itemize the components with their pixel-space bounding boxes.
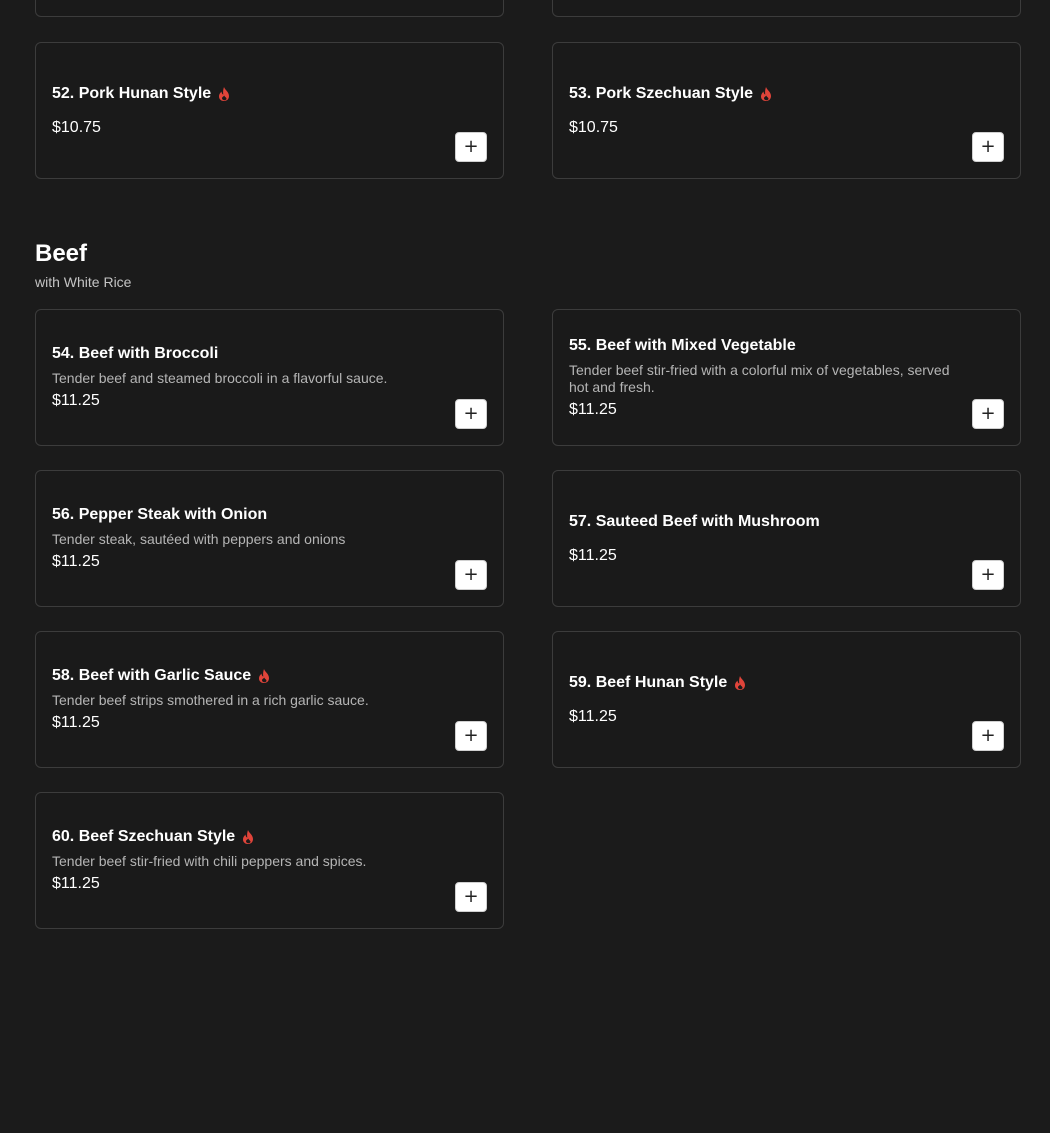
- item-name: 60. Beef Szechuan Style: [52, 828, 236, 845]
- item-name: 56. Pepper Steak with Onion: [52, 506, 268, 523]
- item-name: 53. Pork Szechuan Style: [569, 84, 754, 102]
- fire-icon: [241, 829, 255, 845]
- item-price: $11.25: [52, 553, 100, 570]
- add-button[interactable]: +: [455, 882, 487, 912]
- item-description: Tender beef strips smothered in a rich g…: [52, 692, 369, 708]
- plus-icon: +: [980, 725, 996, 746]
- item-name: 57. Sauteed Beef with Mushroom: [569, 512, 820, 530]
- item-name: 59. Beef Hunan Style: [569, 673, 728, 691]
- plus-icon: +: [980, 136, 996, 157]
- item-description: Tender beef stir-fried with a colorful m…: [569, 361, 950, 395]
- fire-icon: [733, 675, 747, 691]
- add-button[interactable]: +: [972, 132, 1004, 162]
- item-name: 55. Beef with Mixed Vegetable: [569, 336, 796, 354]
- item-price: $10.75: [569, 118, 618, 136]
- menu-card-beef-broccoli[interactable]: 54. Beef with Broccoli Tender beef and s…: [35, 309, 504, 446]
- item-price: $10.75: [52, 118, 101, 136]
- menu-card-beef-hunan[interactable]: 59. Beef Hunan Style $11.25 +: [552, 631, 1021, 768]
- add-button[interactable]: +: [455, 560, 487, 590]
- item-name: 52. Pork Hunan Style: [52, 84, 212, 102]
- menu-card-beef-szechuan[interactable]: 60. Beef Szechuan Style Tender beef stir…: [35, 792, 504, 929]
- add-button[interactable]: +: [972, 560, 1004, 590]
- item-price: $11.25: [569, 400, 617, 418]
- fire-icon: [759, 86, 773, 102]
- menu-card-beef-garlic-sauce[interactable]: 58. Beef with Garlic Sauce Tender beef s…: [35, 631, 504, 768]
- plus-icon: +: [463, 564, 479, 585]
- add-button[interactable]: +: [455, 132, 487, 162]
- add-button[interactable]: +: [972, 399, 1004, 429]
- item-description: Tender beef and steamed broccoli in a fl…: [52, 370, 388, 386]
- fire-icon: [257, 668, 271, 684]
- plus-icon: +: [463, 403, 479, 424]
- menu-page: 52. Pork Hunan Style $10.75 + 53. Pork S…: [0, 0, 1050, 1133]
- section-title: Beef: [35, 240, 88, 267]
- item-price: $11.25: [52, 392, 100, 409]
- add-button[interactable]: +: [972, 721, 1004, 751]
- item-price: $11.25: [569, 546, 617, 564]
- menu-card-pork-szechuan[interactable]: 53. Pork Szechuan Style $10.75 +: [552, 42, 1021, 179]
- item-price: $11.25: [52, 714, 100, 731]
- add-button[interactable]: +: [455, 721, 487, 751]
- menu-card-beef-mushroom[interactable]: 57. Sauteed Beef with Mushroom $11.25 +: [552, 470, 1021, 607]
- plus-icon: +: [463, 136, 479, 157]
- section-subtitle: with White Rice: [35, 274, 132, 290]
- item-description: Tender steak, sautéed with peppers and o…: [52, 531, 346, 547]
- item-name: 54. Beef with Broccoli: [52, 345, 219, 362]
- menu-card-beef-mixed-vegetable[interactable]: 55. Beef with Mixed Vegetable Tender bee…: [552, 309, 1021, 446]
- item-price: $11.25: [569, 707, 617, 725]
- menu-card-pork-hunan[interactable]: 52. Pork Hunan Style $10.75 +: [35, 42, 504, 179]
- item-name: 58. Beef with Garlic Sauce: [52, 667, 252, 684]
- menu-card-partial[interactable]: [35, 0, 504, 17]
- item-description: Tender beef stir-fried with chili pepper…: [52, 853, 367, 869]
- fire-icon: [217, 86, 231, 102]
- plus-icon: +: [463, 886, 479, 907]
- plus-icon: +: [463, 725, 479, 746]
- menu-card-partial[interactable]: [552, 0, 1021, 17]
- item-price: $11.25: [52, 875, 100, 892]
- menu-card-pepper-steak[interactable]: 56. Pepper Steak with Onion Tender steak…: [35, 470, 504, 607]
- plus-icon: +: [980, 403, 996, 424]
- add-button[interactable]: +: [455, 399, 487, 429]
- plus-icon: +: [980, 564, 996, 585]
